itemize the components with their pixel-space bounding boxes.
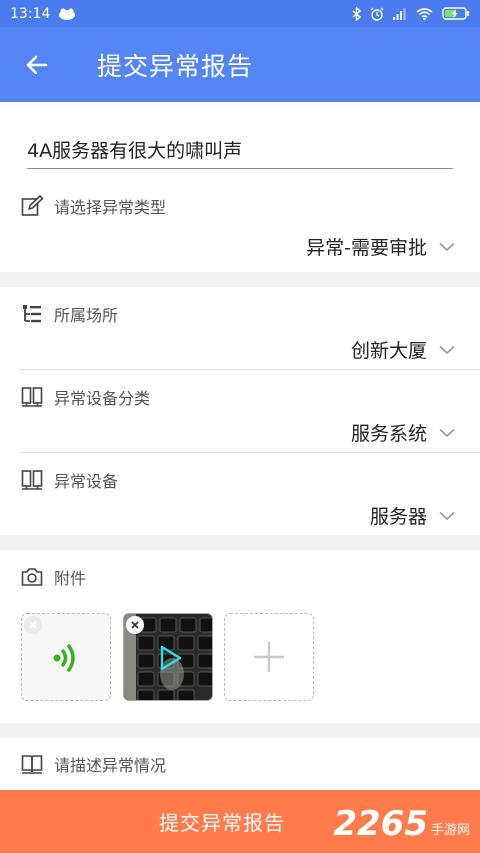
location-label: 所属场所 (54, 306, 119, 325)
app-bar: 提交异常报告 (0, 27, 480, 102)
submit-label: 提交异常报告 (159, 811, 285, 835)
type-label: 请选择异常类型 (54, 198, 167, 217)
play-icon (160, 645, 182, 671)
attachments-label: 附件 (54, 569, 87, 588)
chevron-down-icon (439, 428, 455, 437)
type-select[interactable]: 异常-需要审批 (306, 233, 455, 260)
category-select[interactable]: 服务系统 (351, 419, 455, 446)
delete-attachment-button[interactable] (126, 616, 144, 634)
signal-icon (393, 7, 406, 20)
edit-icon (21, 195, 44, 216)
audio-wave-icon (53, 644, 75, 672)
device-label: 异常设备 (54, 472, 119, 491)
watermark-number: 2265 (333, 804, 428, 844)
status-time: 13:14 (10, 5, 51, 22)
description-card: 请描述异常情况 (0, 738, 480, 790)
close-icon (131, 621, 139, 629)
bluetooth-icon (352, 6, 361, 21)
chevron-down-icon (439, 345, 455, 354)
attachments-card: 附件 (0, 550, 480, 723)
chevron-down-icon (439, 242, 455, 251)
divider (20, 452, 480, 453)
server-icon (21, 387, 43, 407)
description-label-row[interactable]: 请描述异常情况 (20, 752, 166, 776)
location-value: 创新大厦 (350, 340, 427, 362)
chevron-down-icon (439, 511, 455, 520)
basic-info-card: 4A服务器有很大的啸叫声 请选择异常类型 异常-需要审批 (0, 102, 480, 272)
page-title: 提交异常报告 (97, 51, 254, 81)
tree-list-icon (23, 305, 41, 323)
close-icon (29, 621, 37, 629)
status-bar: 13:14 (0, 0, 480, 27)
attachments-label-row: 附件 (20, 565, 86, 589)
audio-attachment[interactable] (21, 613, 111, 701)
device-value: 服务器 (369, 506, 427, 528)
watermark-site: 手游网 (430, 823, 470, 838)
alarm-icon (370, 7, 384, 21)
device-select[interactable]: 服务器 (370, 502, 455, 529)
divider (20, 369, 480, 370)
video-attachment[interactable] (123, 613, 213, 701)
book-icon (21, 755, 43, 774)
subject-input[interactable]: 4A服务器有很大的啸叫声 (27, 136, 453, 169)
wifi-icon (416, 7, 433, 20)
delete-attachment-button[interactable] (24, 616, 42, 634)
plus-icon (254, 642, 284, 672)
device-label-row: 异常设备 (20, 468, 118, 492)
device-info-card: 所属场所 创新大厦 异常设备分类 服务系统 异常设备 服务器 (0, 287, 480, 535)
battery-charging-icon (442, 7, 469, 20)
type-label-row: 请选择异常类型 (20, 194, 166, 218)
server-icon (21, 470, 43, 490)
watermark-logo: 2265 手游网 (333, 800, 470, 844)
location-label-row: 所属场所 (20, 302, 118, 326)
description-label: 请描述异常情况 (54, 756, 167, 775)
add-attachment-button[interactable] (224, 613, 314, 701)
category-label: 异常设备分类 (54, 389, 151, 408)
category-value: 服务系统 (350, 423, 427, 445)
notification-icon (59, 8, 76, 20)
camera-icon (21, 568, 43, 586)
location-select[interactable]: 创新大厦 (351, 336, 455, 363)
category-label-row: 异常设备分类 (20, 385, 150, 409)
type-value: 异常-需要审批 (306, 237, 427, 259)
back-arrow-icon[interactable] (26, 54, 48, 76)
